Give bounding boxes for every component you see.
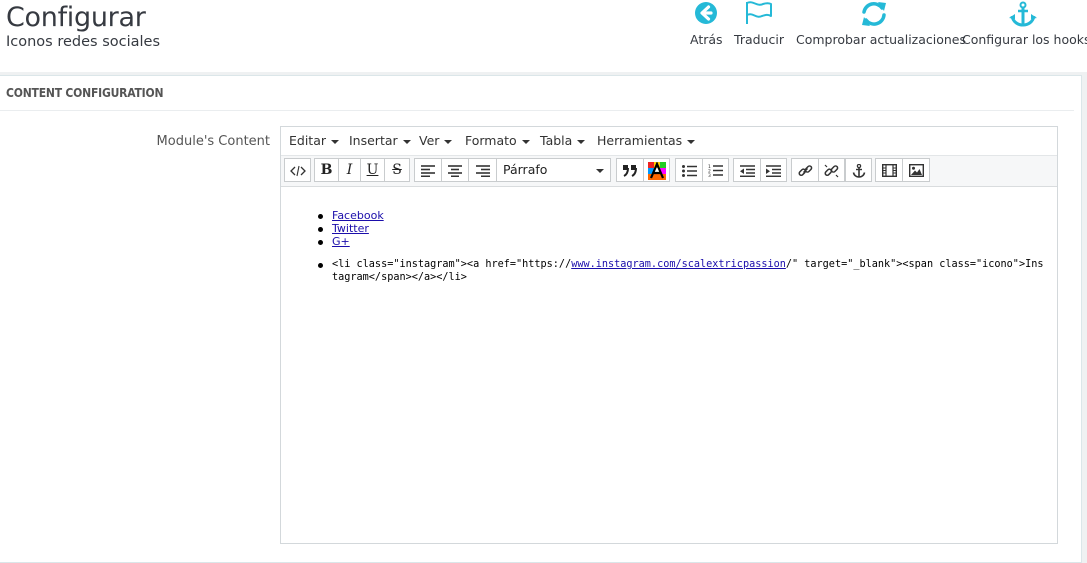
menu-insert-label: Insertar: [349, 133, 398, 148]
align-left-button[interactable]: [414, 158, 441, 182]
link-button[interactable]: [791, 158, 818, 182]
text-color-icon: [647, 160, 666, 180]
media-button[interactable]: [875, 158, 902, 182]
align-center-button[interactable]: [441, 158, 468, 182]
underline-button[interactable]: U: [360, 158, 384, 182]
refresh-icon: [862, 2, 886, 26]
anchor-icon: [1009, 1, 1037, 27]
align-center-icon: [448, 164, 462, 177]
instagram-url[interactable]: www.instagram.com/scalextricpassion: [571, 259, 786, 270]
menu-table[interactable]: Tabla: [540, 133, 586, 148]
format-select-value: Párrafo: [503, 162, 548, 177]
anchor-icon: [852, 163, 865, 178]
menu-tools-label: Herramientas: [597, 133, 683, 148]
strikethrough-icon: S: [392, 162, 402, 178]
social-links-list: Facebook Twitter G+: [318, 209, 384, 248]
page-title: Configurar: [6, 2, 146, 33]
menu-view[interactable]: Ver: [419, 133, 453, 148]
facebook-link[interactable]: Facebook: [332, 209, 384, 222]
chevron-down-icon: [687, 139, 696, 144]
chevron-down-icon: [444, 139, 453, 144]
editor-toolbar: B I U S Párrafo 1 2 3: [281, 156, 1057, 187]
back-button[interactable]: Atrás: [690, 0, 723, 52]
source-code-button[interactable]: [284, 158, 311, 182]
back-label: Atrás: [690, 32, 723, 47]
translate-label: Traducir: [734, 32, 784, 47]
bold-button[interactable]: B: [314, 158, 338, 182]
align-right-button[interactable]: [468, 158, 496, 182]
menu-table-label: Tabla: [540, 133, 573, 148]
chevron-down-icon: [521, 139, 530, 144]
page-header: Configurar Iconos redes sociales Atrás T…: [0, 0, 1087, 72]
chevron-down-icon: [577, 139, 586, 144]
arrow-circle-left-icon: [695, 2, 717, 24]
configure-hooks-button[interactable]: Configurar los hooks: [962, 0, 1087, 52]
unlink-button[interactable]: [818, 158, 845, 182]
link-icon: [797, 164, 812, 176]
menu-tools[interactable]: Herramientas: [597, 133, 696, 148]
unlink-icon: [824, 164, 839, 177]
menu-insert[interactable]: Insertar: [349, 133, 411, 148]
menu-edit-label: Editar: [289, 133, 327, 148]
menu-format-label: Formato: [465, 133, 517, 148]
check-updates-label: Comprobar actualizaciones: [796, 32, 967, 47]
underline-icon: U: [366, 162, 379, 178]
strikethrough-button[interactable]: S: [384, 158, 410, 182]
chevron-down-icon: [402, 139, 411, 144]
chevron-down-icon: [596, 169, 604, 173]
indent-button[interactable]: [760, 158, 787, 182]
numbered-list-button[interactable]: 123: [702, 158, 729, 182]
bullet-list-icon: [681, 164, 697, 177]
check-updates-button[interactable]: Comprobar actualizaciones: [796, 0, 967, 52]
format-select[interactable]: Párrafo: [496, 158, 611, 182]
svg-text:3: 3: [708, 173, 711, 177]
source-code-icon: [289, 165, 306, 176]
content-configuration-panel: CONTENT CONFIGURATION Module's Content E…: [0, 75, 1082, 563]
flag-icon: [746, 1, 772, 24]
translate-button[interactable]: Traducir: [734, 0, 784, 52]
text-color-button[interactable]: [643, 158, 670, 182]
menu-edit[interactable]: Editar: [289, 133, 340, 148]
list-item: Facebook: [318, 209, 384, 222]
blockquote-button[interactable]: [616, 158, 643, 182]
align-right-icon: [475, 164, 490, 177]
image-icon: [908, 164, 924, 178]
outdent-button[interactable]: [733, 158, 760, 182]
configure-hooks-label: Configurar los hooks: [962, 32, 1087, 47]
italic-icon: I: [346, 162, 353, 178]
list-item: Twitter: [318, 222, 384, 235]
editor-menubar: Editar Insertar Ver Formato Tabla Herram…: [281, 127, 1057, 156]
image-button[interactable]: [902, 158, 930, 182]
google-plus-link[interactable]: G+: [332, 235, 350, 248]
menu-format[interactable]: Formato: [465, 133, 530, 148]
chevron-down-icon: [331, 139, 340, 144]
align-left-icon: [421, 164, 435, 177]
outdent-icon: [739, 164, 755, 177]
bullet-list-button[interactable]: [675, 158, 702, 182]
twitter-link[interactable]: Twitter: [332, 222, 369, 235]
numbered-list-icon: 123: [708, 164, 723, 179]
indent-icon: [766, 164, 781, 177]
blockquote-icon: [623, 164, 637, 177]
editor-content[interactable]: Facebook Twitter G+ <li class="instagram…: [281, 187, 1057, 543]
anchor-button[interactable]: [845, 158, 872, 182]
instagram-code-item: <li class="instagram"><a href="https://w…: [318, 259, 1047, 284]
code-before: <li class="instagram"><a href="https://: [332, 259, 572, 270]
rich-text-editor[interactable]: Editar Insertar Ver Formato Tabla Herram…: [280, 126, 1058, 544]
italic-button[interactable]: I: [338, 158, 360, 182]
menu-view-label: Ver: [419, 133, 440, 148]
panel-heading: CONTENT CONFIGURATION: [6, 86, 164, 100]
panel-divider: [0, 110, 1074, 111]
list-item: G+: [318, 235, 384, 248]
bold-icon: B: [320, 162, 333, 178]
page-subtitle: Iconos redes sociales: [6, 34, 161, 50]
module-content-label: Module's Content: [156, 134, 270, 149]
media-icon: [881, 164, 897, 178]
